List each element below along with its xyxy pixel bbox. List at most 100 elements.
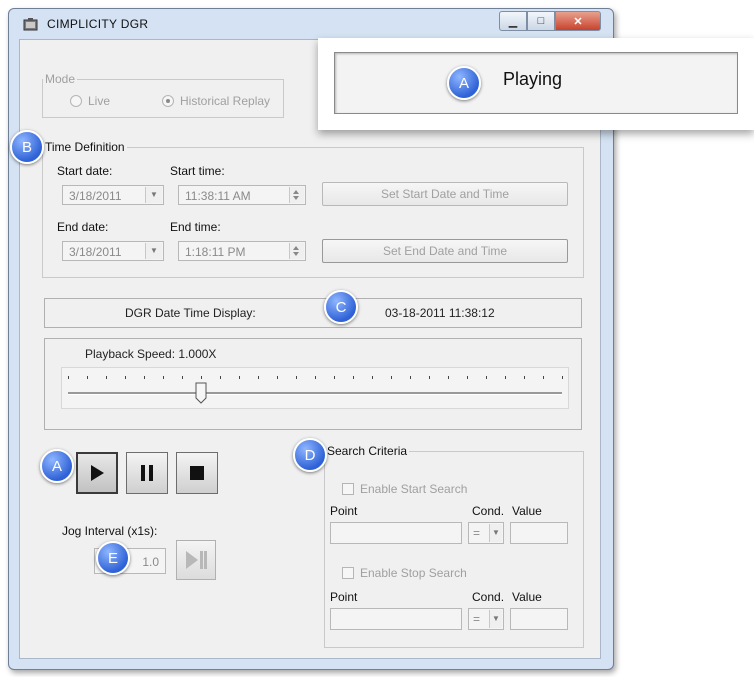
enable-stop-search-label: Enable Stop Search — [360, 566, 467, 580]
annotation-badge-c: C — [324, 290, 358, 324]
slider-tick — [220, 376, 221, 379]
annotation-badge-d: D — [293, 438, 327, 472]
stop-cond-value: = — [473, 612, 481, 626]
stop-point-label: Point — [330, 590, 358, 604]
playback-speed-label: Playback Speed: 1.000X — [85, 347, 217, 361]
title-bar[interactable]: CIMPLICITY DGR ▁ □ ✕ — [9, 9, 613, 39]
stop-button[interactable] — [176, 452, 218, 494]
chevron-down-icon[interactable]: ▼ — [145, 187, 162, 203]
start-cond-select[interactable]: = ▼ — [468, 522, 504, 544]
start-date-label: Start date: — [57, 164, 113, 178]
annotation-badge-e: E — [96, 541, 130, 575]
minimize-button[interactable]: ▁ — [499, 11, 527, 31]
annotation-badge-a-status: A — [447, 66, 481, 100]
slider-tick — [182, 376, 183, 379]
slider-tick — [505, 376, 506, 379]
slider-tick — [68, 376, 69, 379]
slider-tick — [353, 376, 354, 379]
start-value-input[interactable] — [510, 522, 568, 544]
jog-step-button[interactable] — [176, 540, 216, 580]
mode-live-radio[interactable]: Live — [70, 94, 110, 108]
start-point-label: Point — [330, 504, 358, 518]
enable-start-search-checkbox[interactable]: Enable Start Search — [342, 482, 467, 496]
stop-point-input[interactable] — [330, 608, 462, 630]
play-button[interactable] — [76, 452, 118, 494]
dgr-date-time-panel: DGR Date Time Display: 03-18-2011 11:38:… — [44, 298, 582, 328]
set-start-date-time-button[interactable]: Set Start Date and Time — [322, 182, 568, 206]
slider-tick — [296, 376, 297, 379]
chevron-down-icon[interactable]: ▼ — [489, 524, 502, 542]
stop-cond-label: Cond. — [472, 590, 505, 604]
checkbox-icon — [342, 567, 354, 579]
slider-tick — [372, 376, 373, 379]
spinner-icon[interactable] — [289, 243, 304, 259]
slider-tick — [524, 376, 525, 379]
radio-checked-icon — [162, 95, 174, 107]
mode-historical-label: Historical Replay — [180, 94, 271, 108]
slider-tick — [315, 376, 316, 379]
end-date-label: End date: — [57, 220, 109, 234]
end-time-label: End time: — [170, 220, 221, 234]
playback-speed-panel: Playback Speed: 1.000X — [44, 338, 582, 430]
slider-tick — [467, 376, 468, 379]
step-forward-icon — [186, 551, 207, 569]
maximize-button[interactable]: □ — [527, 11, 555, 31]
stop-cond-select[interactable]: = ▼ — [468, 608, 504, 630]
pause-button[interactable] — [126, 452, 168, 494]
mode-live-label: Live — [88, 94, 111, 108]
slider-thumb[interactable] — [195, 382, 207, 404]
slider-tick — [144, 376, 145, 379]
slider-tick — [239, 376, 240, 379]
end-date-picker[interactable]: 3/18/2011 ▼ — [62, 241, 164, 261]
chevron-down-icon[interactable]: ▼ — [145, 243, 162, 259]
playback-status-text: Playing — [503, 69, 563, 89]
slider-track — [68, 392, 562, 395]
slider-tick — [334, 376, 335, 379]
slider-tick — [391, 376, 392, 379]
enable-stop-search-checkbox[interactable]: Enable Stop Search — [342, 566, 467, 580]
slider-tick — [448, 376, 449, 379]
jog-interval-label: Jog Interval (x1s): — [62, 524, 158, 538]
close-icon: ✕ — [573, 15, 583, 28]
search-criteria-legend: Search Criteria — [327, 444, 408, 458]
start-date-picker[interactable]: 3/18/2011 ▼ — [62, 185, 164, 205]
start-cond-value: = — [473, 526, 481, 540]
close-button[interactable]: ✕ — [555, 11, 601, 31]
stop-icon — [190, 466, 204, 480]
slider-tick — [106, 376, 107, 379]
end-date-value: 3/18/2011 — [69, 245, 122, 259]
app-icon — [23, 18, 38, 31]
checkbox-icon — [342, 483, 354, 495]
slider-tick — [201, 376, 202, 379]
set-end-date-time-button[interactable]: Set End Date and Time — [322, 239, 568, 263]
slider-tick — [163, 376, 164, 379]
status-callout: Playing — [318, 38, 754, 130]
spinner-icon[interactable] — [289, 187, 304, 203]
mode-legend: Mode — [45, 72, 76, 86]
slider-tick — [258, 376, 259, 379]
maximize-icon: □ — [537, 15, 545, 27]
playback-speed-slider[interactable] — [61, 367, 569, 409]
slider-tick — [410, 376, 411, 379]
start-time-picker[interactable]: 11:38:11 AM — [178, 185, 306, 205]
enable-start-search-label: Enable Start Search — [360, 482, 468, 496]
end-time-value: 1:18:11 PM — [185, 245, 246, 259]
slider-ticks — [68, 376, 563, 380]
dgr-date-time-label: DGR Date Time Display: — [125, 306, 256, 320]
start-date-value: 3/18/2011 — [69, 189, 122, 203]
annotation-badge-a-controls: A — [40, 449, 74, 483]
slider-tick — [543, 376, 544, 379]
start-point-input[interactable] — [330, 522, 462, 544]
chevron-down-icon[interactable]: ▼ — [489, 610, 502, 628]
slider-tick — [87, 376, 88, 379]
stop-value-input[interactable] — [510, 608, 568, 630]
time-definition-legend: Time Definition — [45, 140, 125, 154]
mode-historical-radio[interactable]: Historical Replay — [162, 94, 270, 108]
end-time-picker[interactable]: 1:18:11 PM — [178, 241, 306, 261]
slider-tick — [429, 376, 430, 379]
annotation-badge-b: B — [10, 130, 44, 164]
play-icon — [91, 465, 104, 481]
dgr-date-time-value: 03-18-2011 11:38:12 — [385, 306, 495, 320]
start-time-label: Start time: — [170, 164, 225, 178]
stop-value-label: Value — [512, 590, 542, 604]
